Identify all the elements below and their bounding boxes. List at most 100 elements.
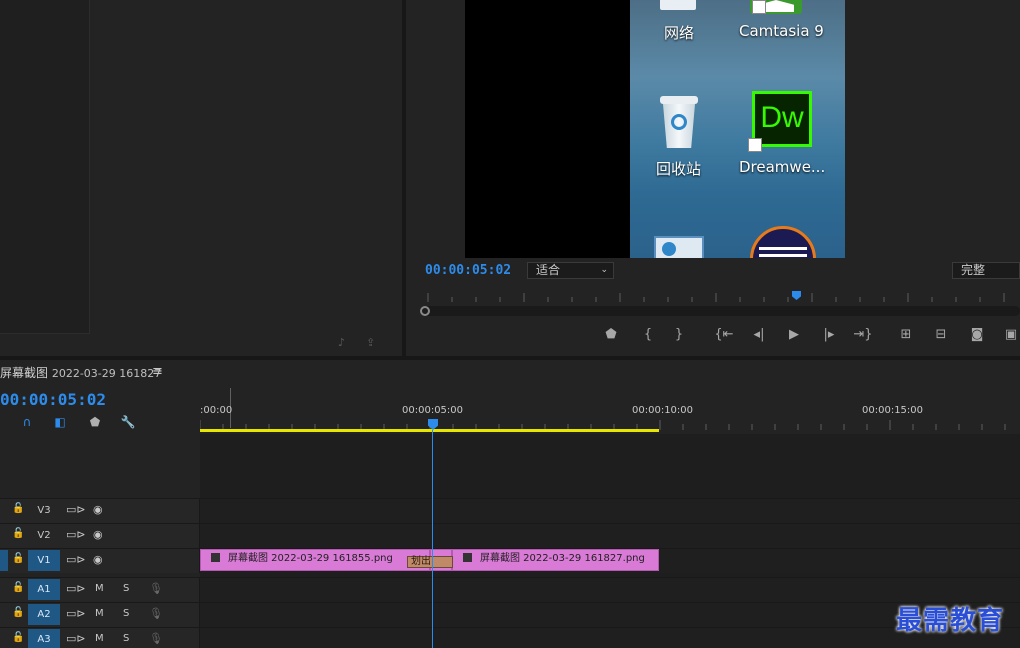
desktop-label-recycle-bin: 回收站 bbox=[656, 160, 702, 178]
solo-button[interactable]: S bbox=[123, 608, 129, 619]
work-area-bar[interactable] bbox=[200, 429, 659, 432]
chevron-down-icon: ⌄ bbox=[600, 265, 608, 275]
ruler-label: :00:00 bbox=[200, 405, 233, 416]
track-header: 🔓 V1 ▭⊳ ◉ bbox=[0, 549, 200, 573]
source-panel-list bbox=[0, 0, 90, 334]
track-lane[interactable] bbox=[200, 524, 1020, 548]
timeline-clip[interactable]: 屏幕截图 2022-03-29 161855.png bbox=[200, 549, 430, 571]
recycle-bin-icon bbox=[658, 96, 700, 150]
desktop-label-network: 网络 bbox=[664, 24, 695, 42]
track-header: 🔓 A2 ▭⊳ M S 🎙 bbox=[0, 603, 200, 627]
program-time-ruler[interactable] bbox=[420, 290, 1020, 304]
ruler-label: 00:00:15:00 bbox=[862, 405, 924, 416]
track-header: 🔓 V2 ▭⊳ ◉ bbox=[0, 524, 200, 548]
fx-badge-icon bbox=[463, 553, 472, 562]
track-lane[interactable] bbox=[200, 499, 1020, 523]
step-back-icon[interactable]: ◂| bbox=[748, 326, 770, 344]
ruler-label: 00:00:05:00 bbox=[402, 405, 464, 416]
clip-label: 屏幕截图 2022-03-29 161855.png bbox=[228, 553, 393, 564]
lift-icon[interactable]: ⊞ bbox=[895, 326, 917, 344]
track-name[interactable]: A1 bbox=[28, 579, 60, 600]
lock-icon[interactable]: 🔓 bbox=[12, 607, 24, 618]
sync-lock-icon[interactable]: ▭⊳ bbox=[66, 607, 86, 620]
track-name[interactable]: A2 bbox=[28, 604, 60, 625]
fx-badge-icon bbox=[211, 553, 220, 562]
sync-lock-icon[interactable]: ▭⊳ bbox=[66, 582, 86, 595]
track-row-a1: 🔓 A1 ▭⊳ M S 🎙 bbox=[0, 577, 1020, 602]
clip-label: 屏幕截图 2022-03-29 161827.png bbox=[480, 553, 645, 564]
sync-lock-icon[interactable]: ▭⊳ bbox=[66, 632, 86, 645]
button-editor-icon[interactable]: ▣ bbox=[1000, 326, 1020, 344]
insert-audio-icon[interactable]: ♪ bbox=[338, 336, 354, 350]
timeline-timecode[interactable]: 00:00:05:02 bbox=[0, 390, 106, 409]
sequence-tab[interactable]: 屏幕截图 2022-03-29 161827 bbox=[0, 364, 161, 381]
step-forward-icon[interactable]: |▸ bbox=[818, 326, 840, 344]
microphone-icon[interactable]: 🎙 bbox=[149, 607, 163, 620]
desktop-label-camtasia: Camtasia 9 bbox=[739, 22, 824, 40]
source-patch[interactable] bbox=[0, 550, 8, 571]
extract-icon[interactable]: ⊟ bbox=[930, 326, 952, 344]
track-lane[interactable] bbox=[200, 578, 1020, 602]
lock-icon[interactable]: 🔓 bbox=[12, 582, 24, 593]
program-video-frame: 网络 Camtasia 9 回收站 Dw Dreamwe... bbox=[465, 0, 845, 258]
track-header: 🔓 V3 ▭⊳ ◉ bbox=[0, 499, 200, 523]
playback-resolution-value: 完整 bbox=[961, 263, 986, 277]
track-header: 🔓 A3 ▭⊳ M S 🎙 bbox=[0, 628, 200, 648]
eye-icon[interactable]: ◉ bbox=[93, 503, 103, 516]
linked-selection-icon[interactable]: ◧ bbox=[51, 414, 69, 430]
export-icon[interactable]: ⇪ bbox=[366, 336, 382, 350]
microphone-icon[interactable]: 🎙 bbox=[149, 632, 163, 645]
sequence-date: 2022-03-29 161827 bbox=[51, 367, 162, 380]
mark-in-icon[interactable]: { bbox=[637, 326, 659, 344]
transition-clip[interactable]: 划出 bbox=[407, 556, 453, 568]
track-name[interactable]: A3 bbox=[28, 629, 60, 648]
eclipse-icon bbox=[750, 226, 816, 258]
mark-out-icon[interactable]: } bbox=[668, 326, 690, 344]
desktop-label-dreamweaver: Dreamwe... bbox=[739, 158, 826, 176]
mute-button[interactable]: M bbox=[95, 608, 104, 619]
sync-lock-icon[interactable]: ▭⊳ bbox=[66, 528, 86, 541]
source-panel: ♪ ⇪ bbox=[0, 0, 402, 356]
track-row-v3: 🔓 V3 ▭⊳ ◉ bbox=[0, 498, 1020, 523]
network-icon bbox=[660, 0, 696, 10]
program-zoom-scrollbar[interactable] bbox=[420, 306, 1020, 316]
lock-icon[interactable]: 🔓 bbox=[12, 528, 24, 539]
mute-button[interactable]: M bbox=[95, 633, 104, 644]
playback-resolution-select[interactable]: 完整 bbox=[952, 262, 1020, 279]
program-timecode[interactable]: 00:00:05:02 bbox=[425, 263, 511, 278]
shortcut-arrow-icon bbox=[748, 138, 762, 152]
sequence-name: 屏幕截图 bbox=[0, 366, 49, 380]
go-to-in-icon[interactable]: {⇤ bbox=[713, 326, 735, 344]
solo-button[interactable]: S bbox=[123, 633, 129, 644]
mute-button[interactable]: M bbox=[95, 583, 104, 594]
add-marker-icon[interactable]: ⬟ bbox=[86, 414, 104, 430]
sync-lock-icon[interactable]: ▭⊳ bbox=[66, 503, 86, 516]
go-to-out-icon[interactable]: ⇥} bbox=[852, 326, 874, 344]
ruler-label: 00:00:10:00 bbox=[632, 405, 694, 416]
shortcut-arrow-icon bbox=[752, 0, 766, 14]
sync-lock-icon[interactable]: ▭⊳ bbox=[66, 553, 86, 566]
timeline-clip[interactable]: 屏幕截图 2022-03-29 161827.png bbox=[452, 549, 659, 571]
program-zoom-handle[interactable] bbox=[420, 306, 430, 316]
fit-zoom-select[interactable]: 适合 ⌄ bbox=[527, 262, 614, 279]
fit-zoom-value: 适合 bbox=[536, 263, 561, 277]
desktop-screenshot: 网络 Camtasia 9 回收站 Dw Dreamwe... bbox=[630, 0, 845, 258]
eye-icon[interactable]: ◉ bbox=[93, 553, 103, 566]
lock-icon[interactable]: 🔓 bbox=[12, 503, 24, 514]
snap-magnet-icon[interactable]: ∩ bbox=[18, 414, 36, 430]
solo-button[interactable]: S bbox=[123, 583, 129, 594]
lock-icon[interactable]: 🔓 bbox=[12, 553, 24, 564]
eye-icon[interactable]: ◉ bbox=[93, 528, 103, 541]
track-name[interactable]: V1 bbox=[28, 550, 60, 571]
track-name[interactable]: V3 bbox=[28, 500, 60, 521]
lock-icon[interactable]: 🔓 bbox=[12, 632, 24, 643]
track-row-v2: 🔓 V2 ▭⊳ ◉ bbox=[0, 523, 1020, 548]
export-frame-icon[interactable]: ◙ bbox=[966, 326, 988, 344]
microphone-icon[interactable]: 🎙 bbox=[149, 582, 163, 595]
wrench-settings-icon[interactable]: 🔧 bbox=[119, 414, 137, 430]
panel-menu-icon[interactable]: ≡ bbox=[152, 364, 163, 379]
track-header: 🔓 A1 ▭⊳ M S 🎙 bbox=[0, 578, 200, 602]
add-marker-icon[interactable]: ⬟ bbox=[600, 326, 622, 344]
track-name[interactable]: V2 bbox=[28, 525, 60, 546]
play-icon[interactable]: ▶ bbox=[783, 326, 805, 344]
